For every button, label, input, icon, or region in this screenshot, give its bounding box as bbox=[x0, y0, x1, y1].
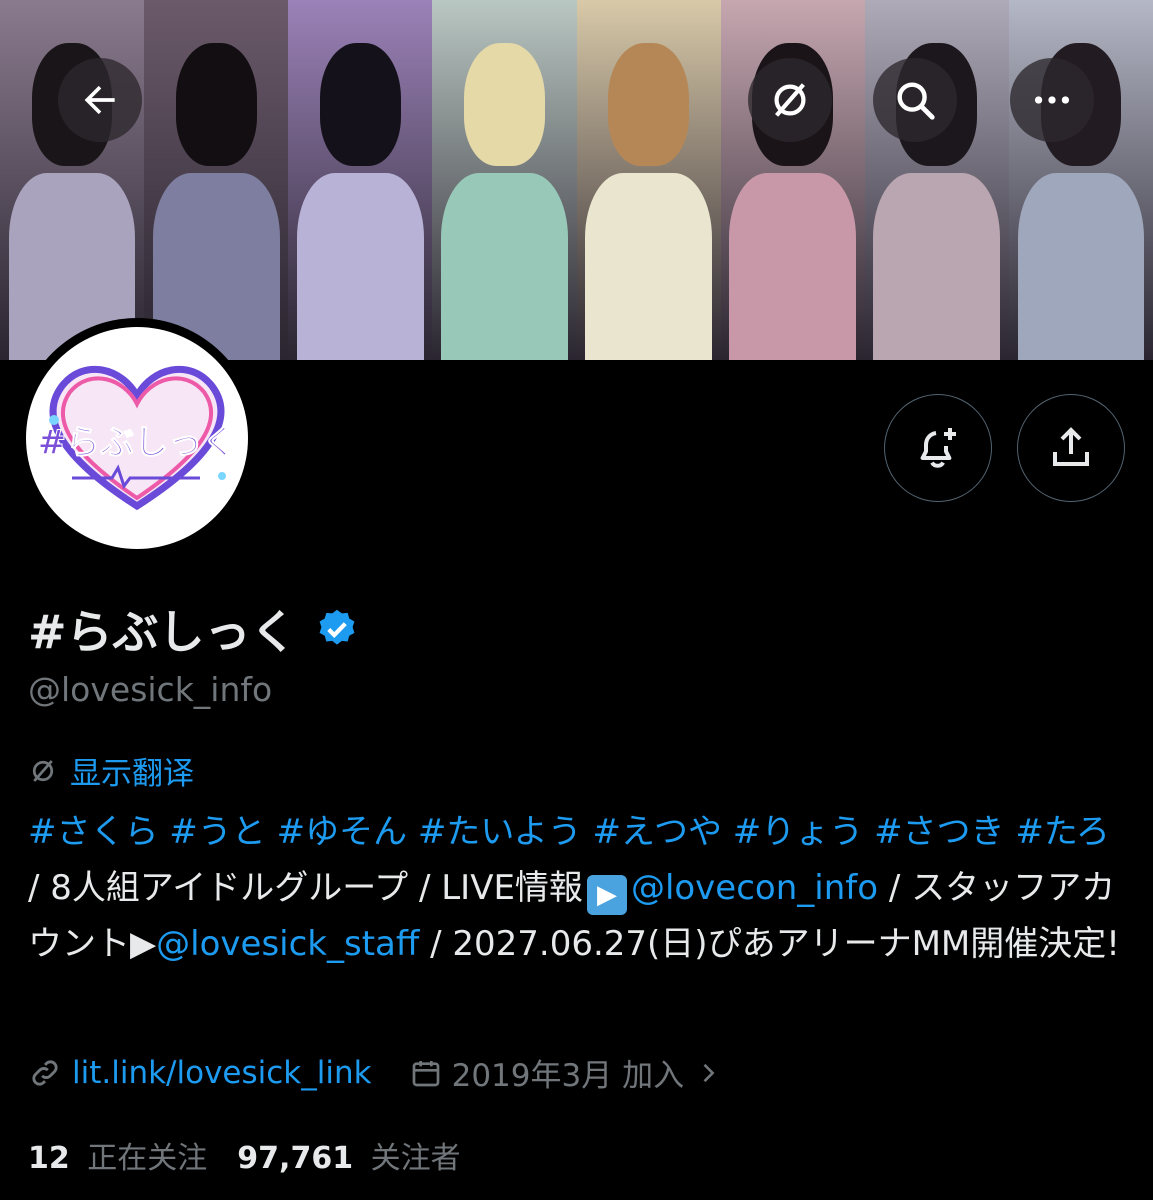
more-button[interactable] bbox=[1010, 58, 1094, 142]
member-hair bbox=[319, 43, 401, 166]
show-translation-link[interactable]: 显示翻译 bbox=[28, 748, 194, 793]
following-count: 12 bbox=[28, 1141, 70, 1176]
link-icon bbox=[32, 1059, 58, 1086]
following-link[interactable]: 12 正在关注 bbox=[28, 1133, 207, 1177]
profile-name: #らぶしっく bbox=[28, 596, 359, 662]
translate-slash-icon bbox=[32, 759, 54, 782]
search-button[interactable] bbox=[873, 58, 957, 142]
search-icon bbox=[897, 82, 935, 120]
verified-badge-icon[interactable] bbox=[315, 607, 359, 651]
banner-photo-panel bbox=[576, 0, 721, 360]
banner-photo-panel bbox=[864, 0, 1009, 360]
mention-link[interactable]: @lovecon_info bbox=[631, 868, 878, 908]
bio-hashtags[interactable]: #さくら #うと #ゆそん #たいよう #えつや #りょう #さつき #たろ bbox=[28, 812, 1110, 852]
notify-button[interactable] bbox=[884, 394, 992, 502]
translate-slash-icon bbox=[774, 83, 806, 117]
translate-toggle-button[interactable] bbox=[748, 58, 832, 142]
back-button[interactable] bbox=[58, 58, 142, 142]
share-button[interactable] bbox=[1017, 394, 1125, 502]
member-hair bbox=[175, 43, 257, 166]
profile-meta: lit.link/lovesick_link 2019年3月 加入 bbox=[28, 1050, 722, 1095]
member-outfit bbox=[873, 172, 1001, 360]
display-name: #らぶしっく bbox=[28, 605, 297, 659]
followers-link[interactable]: 97,761 关注者 bbox=[237, 1133, 460, 1177]
member-hair bbox=[608, 43, 689, 166]
bell-plus-icon bbox=[920, 428, 956, 468]
member-hair bbox=[464, 43, 545, 166]
arrow-left-icon bbox=[84, 85, 115, 115]
calendar-icon bbox=[412, 1060, 439, 1086]
followers-label: 关注者 bbox=[370, 1141, 461, 1176]
bio-text: / 2027.06.27(日)ぴあアリーナMM開催決定! bbox=[419, 924, 1120, 964]
share-upload-icon bbox=[1053, 427, 1089, 466]
banner-photo-panel bbox=[0, 0, 145, 360]
bio-text: / 8人組アイドルグループ / LIVE情報 bbox=[28, 868, 583, 908]
banner-photo-panel bbox=[144, 0, 289, 360]
chevron-right-icon[interactable] bbox=[694, 1059, 722, 1087]
logo-heart-icon: #らぶしっく bbox=[37, 365, 237, 511]
svg-text:#らぶしっく: #らぶしっく bbox=[38, 423, 237, 463]
profile-banner[interactable] bbox=[0, 0, 1153, 360]
member-outfit bbox=[296, 172, 424, 360]
banner-photo-panel bbox=[432, 0, 577, 360]
translate-label: 显示翻译 bbox=[70, 756, 194, 792]
member-outfit bbox=[1017, 172, 1145, 360]
follow-stats: 12 正在关注 97,761 关注者 bbox=[28, 1133, 461, 1177]
more-horizontal-icon bbox=[1034, 96, 1070, 104]
profile-handle: @lovesick_info bbox=[28, 670, 273, 709]
banner-photo-panel bbox=[288, 0, 433, 360]
member-outfit bbox=[729, 172, 857, 360]
profile-bio: #さくら #うと #ゆそん #たいよう #えつや #りょう #さつき #たろ /… bbox=[28, 804, 1128, 972]
member-outfit bbox=[441, 172, 568, 360]
followers-count: 97,761 bbox=[237, 1141, 354, 1176]
avatar[interactable]: #らぶしっく bbox=[26, 327, 248, 549]
join-date: 2019年3月 加入 bbox=[451, 1058, 685, 1094]
play-button-icon: ▶ bbox=[586, 875, 627, 915]
banner-photo-panel bbox=[1008, 0, 1153, 360]
mention-link[interactable]: @lovesick_staff bbox=[156, 924, 419, 964]
banner-photo-panel bbox=[720, 0, 865, 360]
profile-website-link[interactable]: lit.link/lovesick_link bbox=[72, 1055, 372, 1091]
following-label: 正在关注 bbox=[87, 1141, 208, 1176]
member-outfit bbox=[585, 172, 712, 360]
